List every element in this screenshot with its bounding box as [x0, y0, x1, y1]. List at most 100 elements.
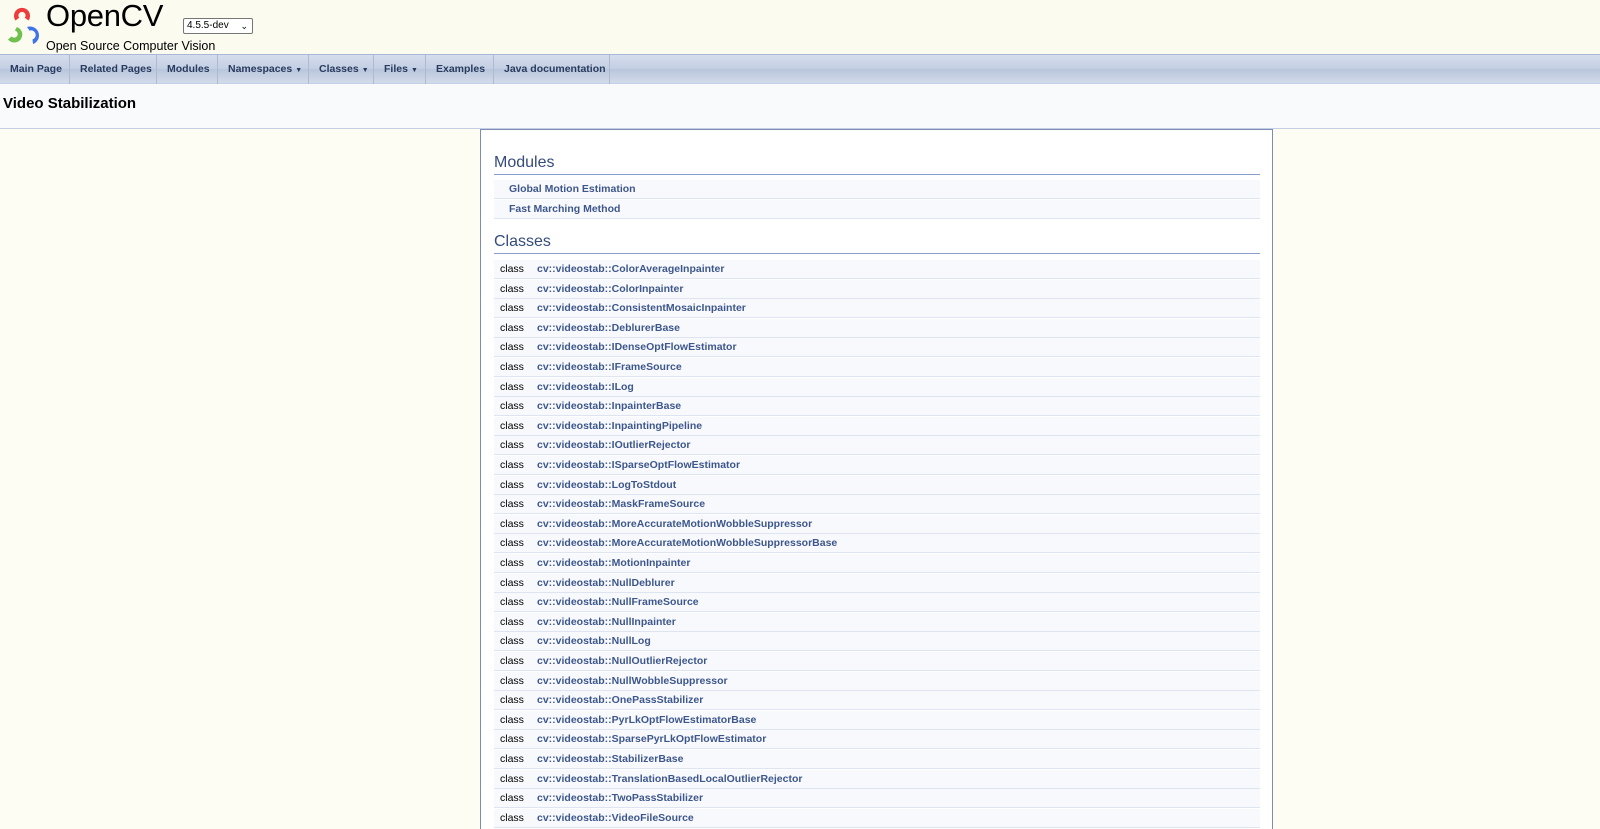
nav-item-files[interactable]: Files ▼: [374, 55, 426, 84]
nav-item-label: Classes: [319, 63, 359, 75]
module-link[interactable]: Fast Marching Method: [509, 200, 620, 218]
class-row: class cv::videostab::DeblurerBase: [494, 318, 1260, 338]
class-row: class cv::videostab::MoreAccurateMotionWo…: [494, 534, 1260, 554]
class-link[interactable]: cv::videostab::NullFrameSource: [537, 593, 699, 611]
class-kind-label: class: [500, 811, 524, 824]
class-kind-label: class: [500, 596, 524, 609]
class-link[interactable]: cv::videostab::InpainterBase: [537, 397, 681, 415]
class-row: class cv::videostab::MotionInpainter: [494, 554, 1260, 573]
class-link[interactable]: cv::videostab::VideoFileSource: [537, 809, 694, 827]
class-link[interactable]: cv::videostab::TwoPassStabilizer: [537, 789, 703, 807]
class-link[interactable]: cv::videostab::MaskFrameSource: [537, 495, 705, 513]
class-row: class cv::videostab::LogToStdout: [494, 475, 1260, 495]
class-row: class cv::videostab::NullInpainter: [494, 612, 1260, 632]
class-link[interactable]: cv::videostab::IFrameSource: [537, 358, 682, 376]
class-link[interactable]: cv::videostab::NullInpainter: [537, 613, 676, 631]
class-kind-label: class: [500, 753, 524, 765]
class-row: class cv::videostab::ColorInpainter: [494, 279, 1260, 299]
class-link[interactable]: cv::videostab::ConsistentMosaicInpainter: [537, 299, 746, 317]
class-link[interactable]: cv::videostab::MoreAccurateMotionWobbleS…: [537, 534, 837, 552]
class-row: class cv::videostab::NullOutlierRejector: [494, 652, 1260, 671]
class-row: class cv::videostab::TranslationBasedLoca…: [494, 769, 1260, 789]
caret-down-icon: ▼: [361, 67, 369, 74]
class-link[interactable]: cv::videostab::IDenseOptFlowEstimator: [537, 338, 737, 356]
class-row: class cv::videostab::ILog: [494, 377, 1260, 397]
class-row: class cv::videostab::ColorAverageInpainte…: [494, 260, 1260, 279]
class-link[interactable]: cv::videostab::NullWobbleSuppressor: [537, 672, 728, 690]
nav-item-java-documentation[interactable]: Java documentation: [494, 55, 610, 84]
nav-item-label: Java documentation: [504, 63, 606, 75]
module-link[interactable]: Global Motion Estimation: [509, 180, 636, 198]
class-kind-label: class: [500, 537, 524, 550]
class-kind-label: class: [500, 694, 524, 707]
class-link[interactable]: cv::videostab::NullOutlierRejector: [537, 652, 707, 670]
class-row: class cv::videostab::IFrameSource: [494, 358, 1260, 377]
caret-down-icon: ▼: [295, 67, 303, 74]
class-link[interactable]: cv::videostab::InpaintingPipeline: [537, 417, 702, 435]
class-kind-label: class: [500, 400, 524, 413]
nav-item-classes[interactable]: Classes ▼: [309, 55, 374, 84]
class-kind-label: class: [500, 655, 524, 667]
class-link[interactable]: cv::videostab::PyrLkOptFlowEstimatorBase: [537, 711, 756, 729]
class-row: class cv::videostab::IDenseOptFlowEstimat…: [494, 338, 1260, 358]
class-row: class cv::videostab::NullDeblurer: [494, 573, 1260, 593]
nav-item-related-pages[interactable]: Related Pages: [70, 55, 157, 84]
class-kind-label: class: [500, 635, 524, 648]
class-row: class cv::videostab::InpaintingPipeline: [494, 416, 1260, 436]
class-row: class cv::videostab::NullFrameSource: [494, 593, 1260, 613]
class-kind-label: class: [500, 419, 524, 432]
class-row: class cv::videostab::MoreAccurateMotionWo…: [494, 514, 1260, 534]
class-kind-label: class: [500, 733, 524, 746]
class-link[interactable]: cv::videostab::MotionInpainter: [537, 554, 690, 572]
class-kind-label: class: [500, 576, 524, 589]
class-kind-label: class: [500, 341, 524, 354]
opencv-logo-icon[interactable]: [2, 5, 42, 45]
class-kind-label: class: [500, 459, 524, 471]
class-link[interactable]: cv::videostab::IOutlierRejector: [537, 436, 690, 454]
nav-item-label: Modules: [167, 63, 210, 75]
project-brief: Open Source Computer Vision: [46, 39, 216, 53]
class-link[interactable]: cv::videostab::NullDeblurer: [537, 574, 675, 592]
class-link[interactable]: cv::videostab::SparsePyrLkOptFlowEstimat…: [537, 730, 766, 748]
class-kind-label: class: [500, 321, 524, 334]
module-row: Global Motion Estimation: [494, 180, 1260, 199]
class-link[interactable]: cv::videostab::OnePassStabilizer: [537, 691, 703, 709]
class-row: class cv::videostab::InpainterBase: [494, 397, 1260, 417]
class-link[interactable]: cv::videostab::ILog: [537, 378, 634, 396]
class-kind-label: class: [500, 557, 524, 569]
nav-item-label: Files: [384, 63, 408, 75]
class-kind-label: class: [500, 792, 524, 805]
class-link[interactable]: cv::videostab::ColorInpainter: [537, 280, 683, 298]
nav-item-main-page[interactable]: Main Page: [0, 55, 70, 84]
class-kind-label: class: [500, 517, 524, 530]
class-kind-label: class: [500, 439, 524, 452]
class-link[interactable]: cv::videostab::ISparseOptFlowEstimator: [537, 456, 740, 474]
class-row: class cv::videostab::MaskFrameSource: [494, 495, 1260, 515]
chevron-down-icon: ⌄: [240, 21, 248, 31]
class-row: class cv::videostab::VideoFileSource: [494, 808, 1260, 828]
class-link[interactable]: cv::videostab::StabilizerBase: [537, 750, 683, 768]
class-row: class cv::videostab::OnePassStabilizer: [494, 691, 1260, 711]
class-row: class cv::videostab::NullWobbleSuppressor: [494, 671, 1260, 691]
class-row: class cv::videostab::SparsePyrLkOptFlowEs…: [494, 730, 1260, 750]
nav-item-examples[interactable]: Examples: [426, 55, 494, 84]
page-header: Video Stabilization: [0, 84, 1600, 129]
class-link[interactable]: cv::videostab::LogToStdout: [537, 476, 676, 494]
page-title: Video Stabilization: [3, 95, 137, 112]
nav-item-namespaces[interactable]: Namespaces ▼: [218, 55, 309, 84]
class-kind-label: class: [500, 772, 524, 785]
nav-item-label: Namespaces: [228, 63, 293, 75]
version-select[interactable]: 4.5.5-dev ⌄: [183, 18, 253, 34]
class-row: class cv::videostab::PyrLkOptFlowEstimato…: [494, 710, 1260, 730]
class-link[interactable]: cv::videostab::ColorAverageInpainter: [537, 260, 724, 278]
class-link[interactable]: cv::videostab::TranslationBasedLocalOutl…: [537, 770, 802, 788]
main-nav: Main Page Related Pages Modules Namespaces ▼…: [0, 54, 1600, 84]
class-kind-label: class: [500, 263, 524, 275]
class-link[interactable]: cv::videostab::MoreAccurateMotionWobbleS…: [537, 515, 812, 533]
class-link[interactable]: cv::videostab::DeblurerBase: [537, 319, 680, 337]
class-kind-label: class: [500, 478, 524, 491]
class-link[interactable]: cv::videostab::NullLog: [537, 632, 651, 650]
class-row: class cv::videostab::TwoPassStabilizer: [494, 789, 1260, 809]
nav-item-modules[interactable]: Modules: [157, 55, 218, 84]
class-kind-label: class: [500, 498, 524, 511]
